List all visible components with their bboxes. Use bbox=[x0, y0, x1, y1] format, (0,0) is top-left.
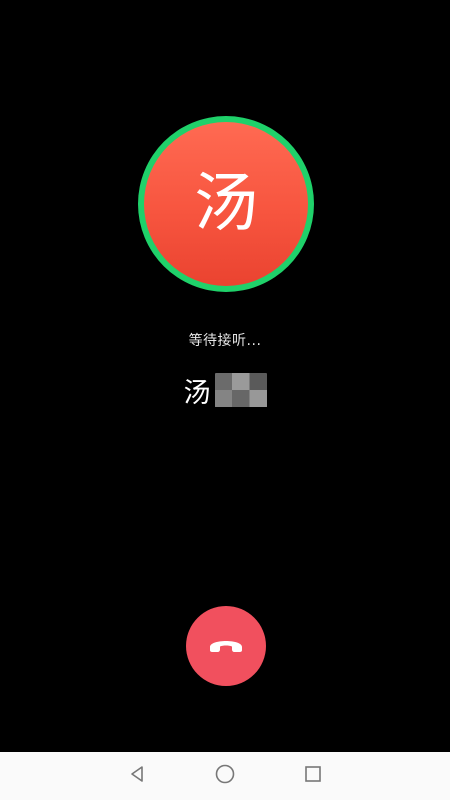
phone-screen: 汤 等待接听... 汤 bbox=[0, 0, 450, 800]
outgoing-call-view: 汤 等待接听... 汤 bbox=[0, 0, 450, 752]
system-navigation-bar bbox=[0, 752, 450, 800]
redacted-name-block bbox=[214, 373, 267, 407]
avatar-initial: 汤 bbox=[194, 167, 258, 241]
caller-name-row: 汤 bbox=[0, 370, 450, 410]
circle-home-icon bbox=[214, 763, 236, 789]
contact-avatar-ring: 汤 bbox=[138, 116, 314, 292]
contact-avatar: 汤 bbox=[144, 122, 308, 286]
call-status-text: 等待接听... bbox=[188, 333, 262, 349]
nav-recents-button[interactable] bbox=[291, 754, 335, 798]
end-call-button[interactable] bbox=[186, 606, 266, 686]
nav-back-button[interactable] bbox=[115, 754, 159, 798]
nav-home-button[interactable] bbox=[203, 754, 247, 798]
square-recents-icon bbox=[303, 764, 323, 788]
caller-name: 汤 bbox=[183, 377, 212, 409]
triangle-back-icon bbox=[127, 764, 147, 788]
phone-hangup-icon bbox=[206, 633, 246, 659]
